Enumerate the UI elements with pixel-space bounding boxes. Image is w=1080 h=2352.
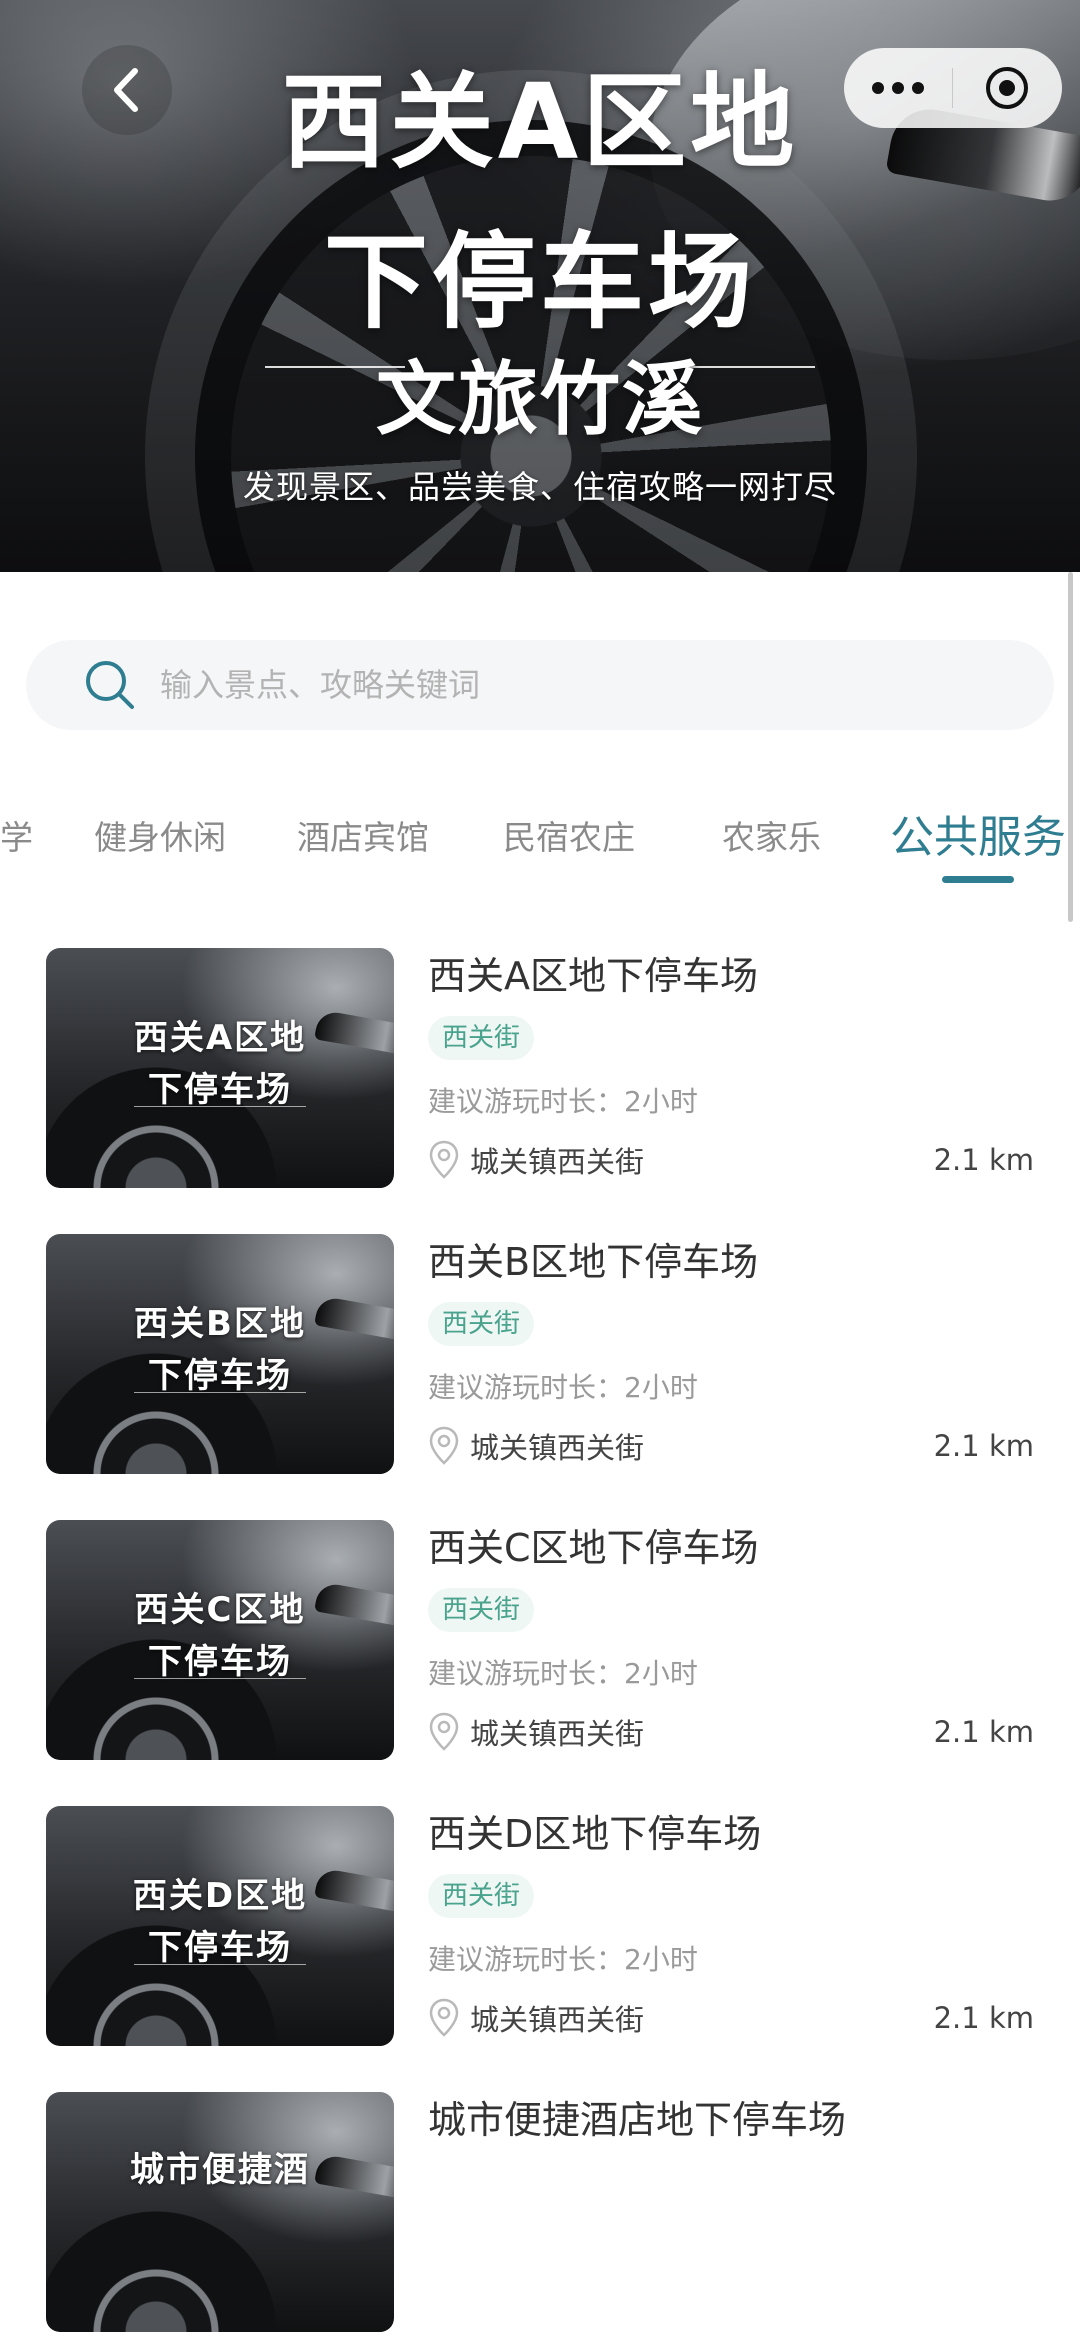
item-thumbnail: 西关C区地 下停车场 <box>46 1520 394 1760</box>
item-address: 城关镇西关街 <box>470 1145 645 1179</box>
item-title: 西关B区地下停车场 <box>428 1240 759 1284</box>
tab-farmhouse[interactable]: 农家乐 <box>722 800 821 876</box>
tab-fitness[interactable]: 健身休闲 <box>94 800 226 876</box>
item-title: 城市便捷酒店地下停车场 <box>428 2098 847 2142</box>
list-item[interactable]: 西关B区地 下停车场 西关B区地下停车场 西关街 建议游玩时长：2小时 城关镇西… <box>0 1234 1080 1494</box>
thumb-title-line1: 西关A区地 <box>133 1018 307 1058</box>
item-thumbnail: 城市便捷酒 <box>46 2092 394 2332</box>
item-tag: 西关街 <box>428 1588 535 1632</box>
item-tag: 西关街 <box>428 1302 535 1346</box>
thumb-title-line1: 城市便捷酒 <box>130 2150 310 2190</box>
item-title: 西关D区地下停车场 <box>428 1812 762 1856</box>
item-address: 城关镇西关街 <box>470 2003 645 2037</box>
item-tag: 西关街 <box>428 1874 535 1918</box>
item-distance: 2.1 km <box>933 2001 1034 2035</box>
item-title: 西关A区地下停车场 <box>428 954 758 998</box>
thumb-title-line2: 下停车场 <box>148 1928 292 1968</box>
close-mini-program-button[interactable] <box>953 48 1061 128</box>
item-distance: 2.1 km <box>933 1429 1034 1463</box>
tab-hotels[interactable]: 酒店宾馆 <box>297 800 429 876</box>
scrollbar[interactable] <box>1068 572 1073 922</box>
mini-program-capsule <box>844 48 1062 128</box>
location-pin-icon <box>429 1426 459 1465</box>
search-bar[interactable] <box>26 640 1054 730</box>
item-tag: 西关街 <box>428 1016 535 1060</box>
item-location: 城关镇西关街 <box>428 1710 644 1754</box>
more-dots-icon <box>872 82 924 94</box>
tab-homestays[interactable]: 民宿农庄 <box>503 800 635 876</box>
target-circle-icon <box>986 67 1028 109</box>
search-input[interactable] <box>158 665 962 705</box>
thumb-title-line1: 西关D区地 <box>132 1876 308 1916</box>
item-duration: 建议游玩时长：2小时 <box>428 1371 698 1404</box>
thumb-title-line2: 下停车场 <box>148 1356 292 1396</box>
location-pin-icon <box>429 1998 459 2037</box>
chevron-left-icon <box>114 68 138 112</box>
thumb-title-line1: 西关B区地 <box>134 1304 306 1344</box>
location-pin-icon <box>429 1712 459 1751</box>
item-address: 城关镇西关街 <box>470 1717 645 1751</box>
item-title: 西关C区地下停车场 <box>428 1526 759 1570</box>
list-item[interactable]: 西关A区地 下停车场 西关A区地下停车场 西关街 建议游玩时长：2小时 城关镇西… <box>0 948 1080 1208</box>
item-location: 城关镇西关街 <box>428 1996 644 2040</box>
item-location: 城关镇西关街 <box>428 1138 644 1182</box>
hero-brand: 文旅竹溪 <box>376 353 704 446</box>
item-thumbnail: 西关D区地 下停车场 <box>46 1806 394 2046</box>
item-duration: 建议游玩时长：2小时 <box>428 1943 698 1976</box>
item-thumbnail: 西关B区地 下停车场 <box>46 1234 394 1474</box>
item-distance: 2.1 km <box>933 1715 1034 1749</box>
thumb-title-line1: 西关C区地 <box>134 1590 306 1630</box>
item-location: 城关镇西关街 <box>428 1424 644 1468</box>
item-address: 城关镇西关街 <box>470 1431 645 1465</box>
hero-title-line2: 下停车场 <box>323 221 756 343</box>
location-pin-icon <box>429 1140 459 1179</box>
back-button[interactable] <box>82 45 172 135</box>
search-icon <box>86 661 134 709</box>
item-distance: 2.1 km <box>933 1143 1034 1177</box>
thumb-title-line2: 下停车场 <box>148 1642 292 1682</box>
thumb-title-line2: 下停车场 <box>148 1070 292 1110</box>
tab-partial[interactable]: 学 <box>0 800 33 876</box>
more-button[interactable] <box>844 48 952 128</box>
tab-public-services[interactable]: 公共服务 <box>890 800 1066 876</box>
hero-banner: 西关A区地 下停车场 文旅竹溪 发现景区、品尝美食、住宿攻略一网打尽 <box>0 0 1080 572</box>
item-duration: 建议游玩时长：2小时 <box>428 1085 698 1118</box>
list-item[interactable]: 城市便捷酒 城市便捷酒店地下停车场 <box>0 2092 1080 2352</box>
item-thumbnail: 西关A区地 下停车场 <box>46 948 394 1188</box>
list-item[interactable]: 西关D区地 下停车场 西关D区地下停车场 西关街 建议游玩时长：2小时 城关镇西… <box>0 1806 1080 2066</box>
list-item[interactable]: 西关C区地 下停车场 西关C区地下停车场 西关街 建议游玩时长：2小时 城关镇西… <box>0 1520 1080 1780</box>
active-tab-indicator <box>942 876 1014 883</box>
category-tabs: 学 健身休闲 酒店宾馆 民宿农庄 农家乐 公共服务 <box>0 800 1080 890</box>
hero-subtitle: 发现景区、品尝美食、住宿攻略一网打尽 <box>242 468 837 506</box>
item-duration: 建议游玩时长：2小时 <box>428 1657 698 1690</box>
